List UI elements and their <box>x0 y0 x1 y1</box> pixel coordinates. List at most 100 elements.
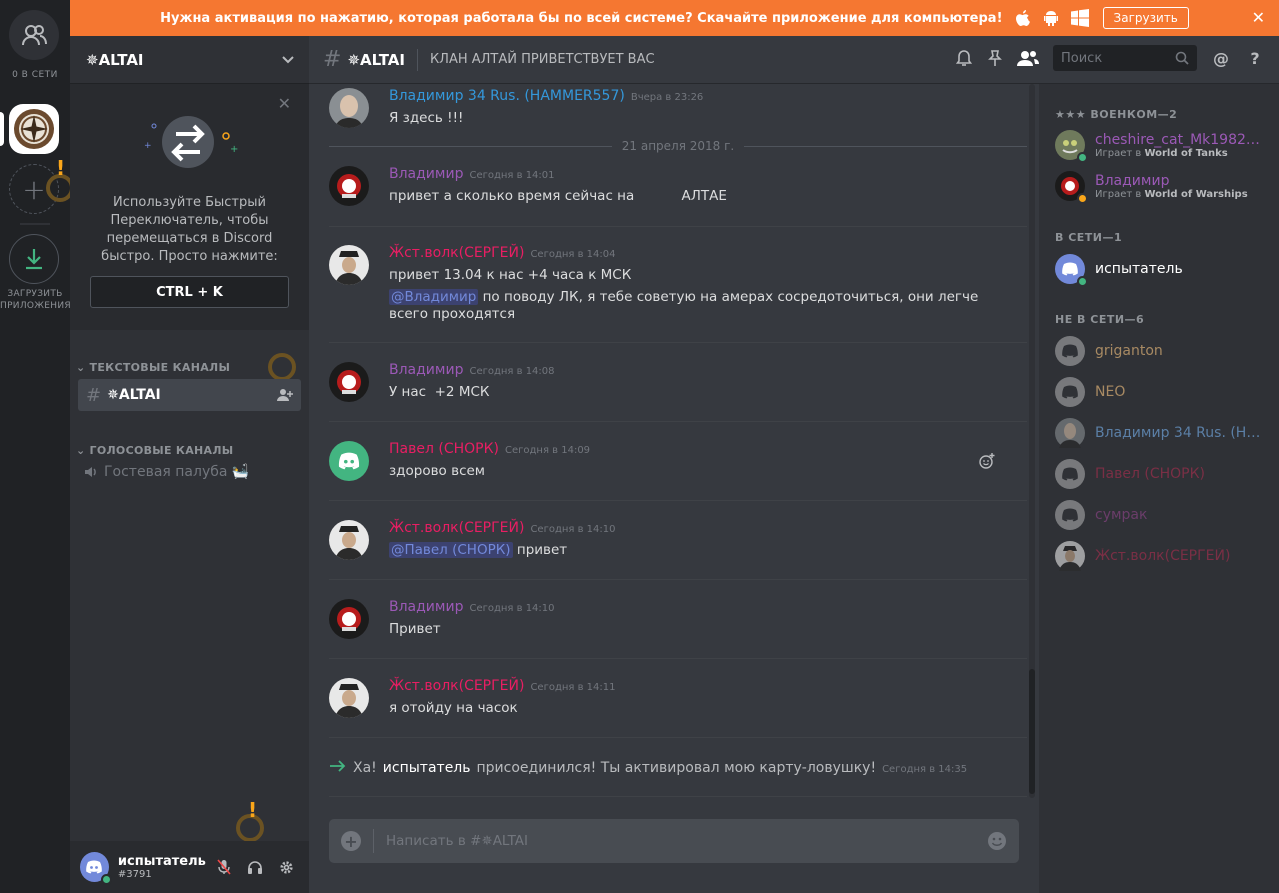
mention[interactable]: @Владимир <box>389 289 479 305</box>
channel-altai[interactable]: # ✵ALTAI <box>78 379 301 411</box>
member-name: Ӂст.волк(СЕРГЕЙ) <box>1095 548 1231 564</box>
pin-icon[interactable] <box>987 49 1003 67</box>
message-author[interactable]: Ӂст.волк(СЕРГЕЙ) <box>389 245 524 261</box>
apple-icon[interactable] <box>1015 9 1031 27</box>
member-item[interactable]: сумрак <box>1055 497 1270 533</box>
member-list: ★★★ ВОЕНКОМ—2 cheshire_cat_Mk1982(… Игра… <box>1039 84 1279 893</box>
shortcut-button[interactable]: CTRL + K <box>90 276 289 308</box>
avatar[interactable] <box>329 678 369 718</box>
upload-button[interactable]: + <box>341 831 361 851</box>
member-info: cheshire_cat_Mk1982(… Играет в World of … <box>1095 132 1265 159</box>
avatar[interactable] <box>329 520 369 560</box>
invite-icon[interactable] <box>277 388 293 402</box>
download-label-line2: ПРИЛОЖЕНИЯ <box>0 301 71 311</box>
message-author[interactable]: Владимир <box>389 599 463 615</box>
message-author[interactable]: Владимир <box>389 362 463 378</box>
avatar <box>1055 500 1085 530</box>
member-info: Павел (СНОРК) <box>1095 466 1205 482</box>
guild-name: ✵ALTAI <box>86 50 144 69</box>
member-item[interactable]: Владимир 34 Rus. (HA… <box>1055 415 1270 451</box>
avatar[interactable] <box>329 362 369 402</box>
add-reaction-icon[interactable] <box>979 453 995 469</box>
online-count: 0 В СЕТИ <box>12 70 58 80</box>
tutorial-pulse <box>268 353 296 381</box>
message-time: Сегодня в 14:10 <box>469 603 555 614</box>
avatar[interactable] <box>80 852 112 885</box>
banner-download-button[interactable]: Загрузить <box>1102 7 1189 29</box>
emoji-icon[interactable] <box>987 831 1007 851</box>
settings-button[interactable] <box>274 854 299 880</box>
member-item[interactable]: испытатель <box>1055 251 1270 287</box>
scroll-thumb[interactable] <box>1029 669 1035 794</box>
banner-close-icon[interactable]: ✕ <box>1252 8 1265 27</box>
member-activity: Играет в World of Warships <box>1095 189 1248 200</box>
message-text: Я здесь !!! <box>389 110 464 126</box>
member-item[interactable]: Павел (СНОРК) <box>1055 456 1270 492</box>
mentions-icon[interactable]: @ <box>1211 49 1231 68</box>
download-apps-button[interactable] <box>9 234 59 284</box>
message-separator <box>329 658 1027 659</box>
member-item[interactable]: griganton <box>1055 333 1270 369</box>
help-icon[interactable]: ? <box>1245 49 1265 68</box>
headphones-icon <box>248 861 263 874</box>
activity-game: World of Tanks <box>1144 147 1228 159</box>
search-input[interactable]: Поиск <box>1053 45 1197 71</box>
avatar[interactable] <box>329 88 369 128</box>
windows-icon[interactable] <box>1070 9 1089 27</box>
message-author[interactable]: Ӂст.волк(СЕРГЕЙ) <box>389 520 524 536</box>
guild-header[interactable]: ✵ALTAI <box>70 36 309 84</box>
idle-status-icon <box>1077 193 1088 204</box>
text-channels-category[interactable]: ⌄ ТЕКСТОВЫЕ КАНАЛЫ <box>76 361 230 374</box>
search-placeholder: Поиск <box>1061 50 1103 66</box>
message-author[interactable]: Владимир 34 Rus. (HAMMER557) <box>389 88 625 104</box>
voice-channels-category[interactable]: ⌄ ГОЛОСОВЫЕ КАНАЛЫ <box>76 444 234 457</box>
members-icon[interactable] <box>1017 50 1039 66</box>
discord-logo-icon <box>1062 467 1078 481</box>
member-info: NEO <box>1095 384 1125 400</box>
message-separator <box>329 579 1027 580</box>
message-time: Сегодня в 14:01 <box>469 170 555 181</box>
message-text: Привет <box>389 621 441 637</box>
android-icon[interactable] <box>1043 9 1059 27</box>
chat-scrollbar[interactable] <box>1029 84 1035 798</box>
close-icon[interactable]: ✕ <box>278 94 291 113</box>
user-tag: #3791 <box>117 869 152 880</box>
message-author[interactable]: Владимир <box>389 166 463 182</box>
system-user[interactable]: испытатель <box>383 760 471 776</box>
header-divider <box>416 48 418 71</box>
channel-name: ✵ALTAI <box>107 387 161 403</box>
avatar <box>1055 254 1088 287</box>
avatar <box>1055 171 1088 204</box>
mention[interactable]: @Павел (СНОРК) <box>389 542 513 558</box>
avatar[interactable] <box>329 245 369 285</box>
message-composer[interactable]: + Написать в #✵ALTAI <box>329 819 1019 863</box>
message-text: привет 13.04 к нас +4 часа к МСК @Владим… <box>389 267 999 323</box>
voice-channel[interactable]: Гостевая палуба 🛀 <box>84 464 249 480</box>
message-separator <box>329 421 1027 422</box>
friends-button[interactable] <box>9 10 59 60</box>
avatar[interactable] <box>329 441 369 481</box>
member-item[interactable]: Владимир Играет в World of Warships <box>1055 168 1270 204</box>
message-text-continued: по поводу ЛК, я тебе советую на амерах с… <box>389 289 979 322</box>
message-line: привет 13.04 к нас +4 часа к МСК <box>389 267 632 283</box>
message-author[interactable]: Ӂст.волк(СЕРГЕЙ) <box>389 678 524 694</box>
avatar[interactable] <box>329 166 369 206</box>
avatar[interactable] <box>329 599 369 639</box>
guild-rail: 0 В СЕТИ + ! ЗАГРУЗИТЬ ПРИЛОЖЕНИЯ <box>0 0 74 893</box>
member-info: Владимир 34 Rus. (HA… <box>1095 425 1265 441</box>
bell-icon[interactable] <box>955 49 973 67</box>
tutorial-indicator: ! <box>56 156 66 180</box>
discord-logo-icon <box>86 860 103 874</box>
switcher-tip-text: Используйте Быстрый Переключатель, чтобы… <box>101 195 278 264</box>
member-item[interactable]: cheshire_cat_Mk1982(… Играет в World of … <box>1055 127 1270 163</box>
mute-button[interactable] <box>212 854 237 880</box>
deafen-button[interactable] <box>243 854 268 880</box>
user-info: испытатель #3791 <box>118 854 206 880</box>
member-item[interactable]: NEO <box>1055 374 1270 410</box>
message-author[interactable]: Павел (СНОРК) <box>389 441 499 457</box>
server-altai-icon[interactable] <box>9 104 59 154</box>
member-name: испытатель <box>1095 261 1183 277</box>
selected-pill <box>0 112 4 146</box>
message-text: @Павел (СНОРК) привет <box>389 542 999 559</box>
member-item[interactable]: Ӂст.волк(СЕРГЕЙ) <box>1055 538 1270 574</box>
